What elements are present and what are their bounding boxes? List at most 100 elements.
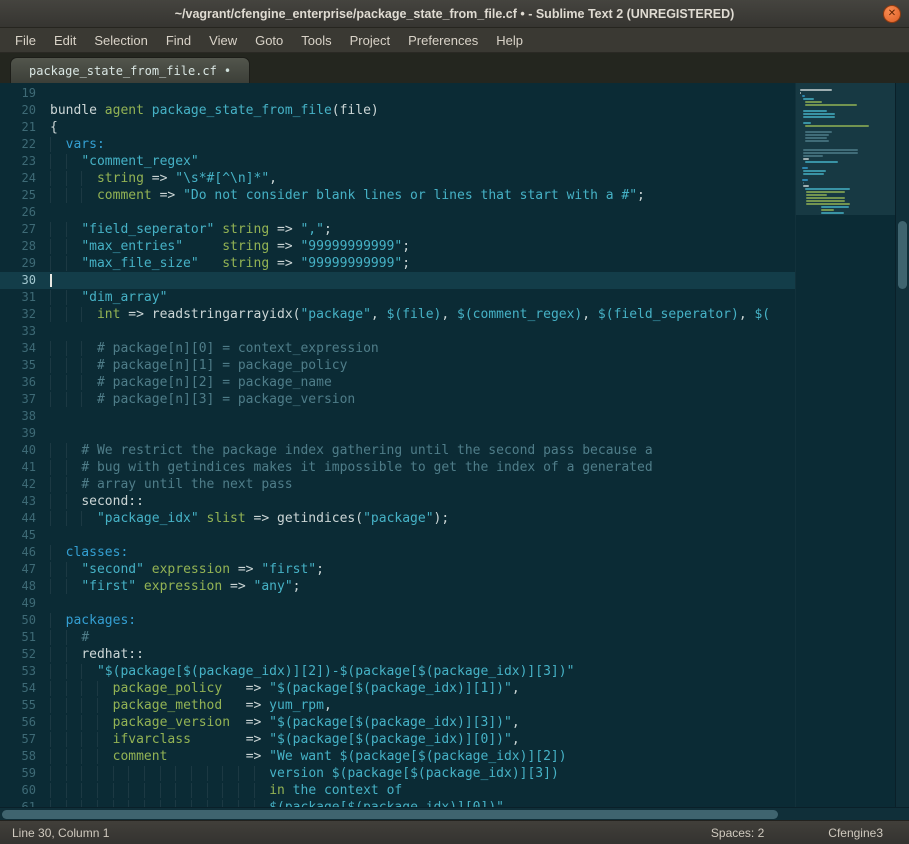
code-line-46[interactable]: 46 classes: — [0, 544, 795, 561]
line-number[interactable]: 51 — [0, 629, 50, 646]
line-number[interactable]: 23 — [0, 153, 50, 170]
line-number[interactable]: 35 — [0, 357, 50, 374]
code-line-32[interactable]: 32 int => readstringarrayidx("package", … — [0, 306, 795, 323]
menu-help[interactable]: Help — [487, 30, 532, 51]
code-line-35[interactable]: 35 # package[n][1] = package_policy — [0, 357, 795, 374]
line-number[interactable]: 39 — [0, 425, 50, 442]
line-number[interactable]: 45 — [0, 527, 50, 544]
line-number[interactable]: 31 — [0, 289, 50, 306]
line-number[interactable]: 60 — [0, 782, 50, 799]
line-number[interactable]: 53 — [0, 663, 50, 680]
code-line-51[interactable]: 51 # — [0, 629, 795, 646]
code-line-44[interactable]: 44 "package_idx" slist => getindices("pa… — [0, 510, 795, 527]
code-line-37[interactable]: 37 # package[n][3] = package_version — [0, 391, 795, 408]
code-line-29[interactable]: 29 "max_file_size" string => "9999999999… — [0, 255, 795, 272]
line-number[interactable]: 54 — [0, 680, 50, 697]
line-number[interactable]: 29 — [0, 255, 50, 272]
line-number[interactable]: 19 — [0, 85, 50, 102]
line-number[interactable]: 41 — [0, 459, 50, 476]
menu-edit[interactable]: Edit — [45, 30, 85, 51]
line-number[interactable]: 43 — [0, 493, 50, 510]
code-line-56[interactable]: 56 package_version => "$(package[$(packa… — [0, 714, 795, 731]
code-line-25[interactable]: 25 comment => "Do not consider blank lin… — [0, 187, 795, 204]
menu-find[interactable]: Find — [157, 30, 200, 51]
line-number[interactable]: 34 — [0, 340, 50, 357]
code-area[interactable]: 1920bundle agent package_state_from_file… — [0, 85, 795, 807]
line-number[interactable]: 47 — [0, 561, 50, 578]
line-number[interactable]: 21 — [0, 119, 50, 136]
line-number[interactable]: 20 — [0, 102, 50, 119]
line-number[interactable]: 42 — [0, 476, 50, 493]
code-line-50[interactable]: 50 packages: — [0, 612, 795, 629]
line-number[interactable]: 26 — [0, 204, 50, 221]
line-number[interactable]: 22 — [0, 136, 50, 153]
code-line-24[interactable]: 24 string => "\s*#[^\n]*", — [0, 170, 795, 187]
title-bar[interactable]: ~/vagrant/cfengine_enterprise/package_st… — [0, 0, 909, 28]
horizontal-scrollbar[interactable] — [0, 807, 909, 820]
line-number[interactable]: 28 — [0, 238, 50, 255]
code-line-58[interactable]: 58 comment => "We want $(package[$(packa… — [0, 748, 795, 765]
menu-goto[interactable]: Goto — [246, 30, 292, 51]
code-line-45[interactable]: 45 — [0, 527, 795, 544]
menu-project[interactable]: Project — [341, 30, 399, 51]
code-line-21[interactable]: 21{ — [0, 119, 795, 136]
code-line-61[interactable]: 61 $(package[$(package_idx)][0])" — [0, 799, 795, 807]
line-number[interactable]: 46 — [0, 544, 50, 561]
code-line-60[interactable]: 60 in the context of — [0, 782, 795, 799]
code-line-43[interactable]: 43 second:: — [0, 493, 795, 510]
code-line-49[interactable]: 49 — [0, 595, 795, 612]
code-line-30[interactable]: 30 — [0, 272, 795, 289]
line-number[interactable]: 30 — [0, 272, 50, 289]
code-line-47[interactable]: 47 "second" expression => "first"; — [0, 561, 795, 578]
line-number[interactable]: 61 — [0, 799, 50, 807]
code-line-28[interactable]: 28 "max_entries" string => "99999999999"… — [0, 238, 795, 255]
line-number[interactable]: 37 — [0, 391, 50, 408]
minimap[interactable] — [795, 83, 895, 807]
code-line-42[interactable]: 42 # array until the next pass — [0, 476, 795, 493]
line-number[interactable]: 49 — [0, 595, 50, 612]
menu-tools[interactable]: Tools — [292, 30, 340, 51]
line-number[interactable]: 40 — [0, 442, 50, 459]
syntax-mode[interactable]: Cfengine3 — [828, 826, 883, 840]
line-number[interactable]: 33 — [0, 323, 50, 340]
line-number[interactable]: 52 — [0, 646, 50, 663]
code-line-41[interactable]: 41 # bug with getindices makes it imposs… — [0, 459, 795, 476]
line-number[interactable]: 48 — [0, 578, 50, 595]
code-line-54[interactable]: 54 package_policy => "$(package[$(packag… — [0, 680, 795, 697]
code-line-19[interactable]: 19 — [0, 85, 795, 102]
line-number[interactable]: 25 — [0, 187, 50, 204]
code-line-53[interactable]: 53 "$(package[$(package_idx)][2])-$(pack… — [0, 663, 795, 680]
close-button-icon[interactable]: ✕ — [883, 5, 901, 23]
code-line-48[interactable]: 48 "first" expression => "any"; — [0, 578, 795, 595]
code-line-57[interactable]: 57 ifvarclass => "$(package[$(package_id… — [0, 731, 795, 748]
line-number[interactable]: 36 — [0, 374, 50, 391]
code-line-36[interactable]: 36 # package[n][2] = package_name — [0, 374, 795, 391]
line-number[interactable]: 50 — [0, 612, 50, 629]
code-line-27[interactable]: 27 "field_seperator" string => ","; — [0, 221, 795, 238]
line-number[interactable]: 59 — [0, 765, 50, 782]
line-number[interactable]: 27 — [0, 221, 50, 238]
menu-file[interactable]: File — [6, 30, 45, 51]
line-number[interactable]: 58 — [0, 748, 50, 765]
code-line-23[interactable]: 23 "comment_regex" — [0, 153, 795, 170]
menu-selection[interactable]: Selection — [85, 30, 156, 51]
line-number[interactable]: 44 — [0, 510, 50, 527]
menu-view[interactable]: View — [200, 30, 246, 51]
code-line-22[interactable]: 22 vars: — [0, 136, 795, 153]
code-line-31[interactable]: 31 "dim_array" — [0, 289, 795, 306]
code-line-40[interactable]: 40 # We restrict the package index gathe… — [0, 442, 795, 459]
code-line-33[interactable]: 33 — [0, 323, 795, 340]
line-number[interactable]: 55 — [0, 697, 50, 714]
code-line-59[interactable]: 59 version $(package[$(package_idx)][3]) — [0, 765, 795, 782]
tab-package-state-from-file[interactable]: package_state_from_file.cf • — [10, 57, 250, 83]
code-line-55[interactable]: 55 package_method => yum_rpm, — [0, 697, 795, 714]
code-line-34[interactable]: 34 # package[n][0] = context_expression — [0, 340, 795, 357]
code-line-39[interactable]: 39 — [0, 425, 795, 442]
horizontal-scrollbar-thumb[interactable] — [2, 810, 778, 819]
line-number[interactable]: 24 — [0, 170, 50, 187]
vertical-scrollbar-thumb[interactable] — [898, 221, 907, 289]
code-line-52[interactable]: 52 redhat:: — [0, 646, 795, 663]
code-line-26[interactable]: 26 — [0, 204, 795, 221]
code-line-38[interactable]: 38 — [0, 408, 795, 425]
line-number[interactable]: 57 — [0, 731, 50, 748]
